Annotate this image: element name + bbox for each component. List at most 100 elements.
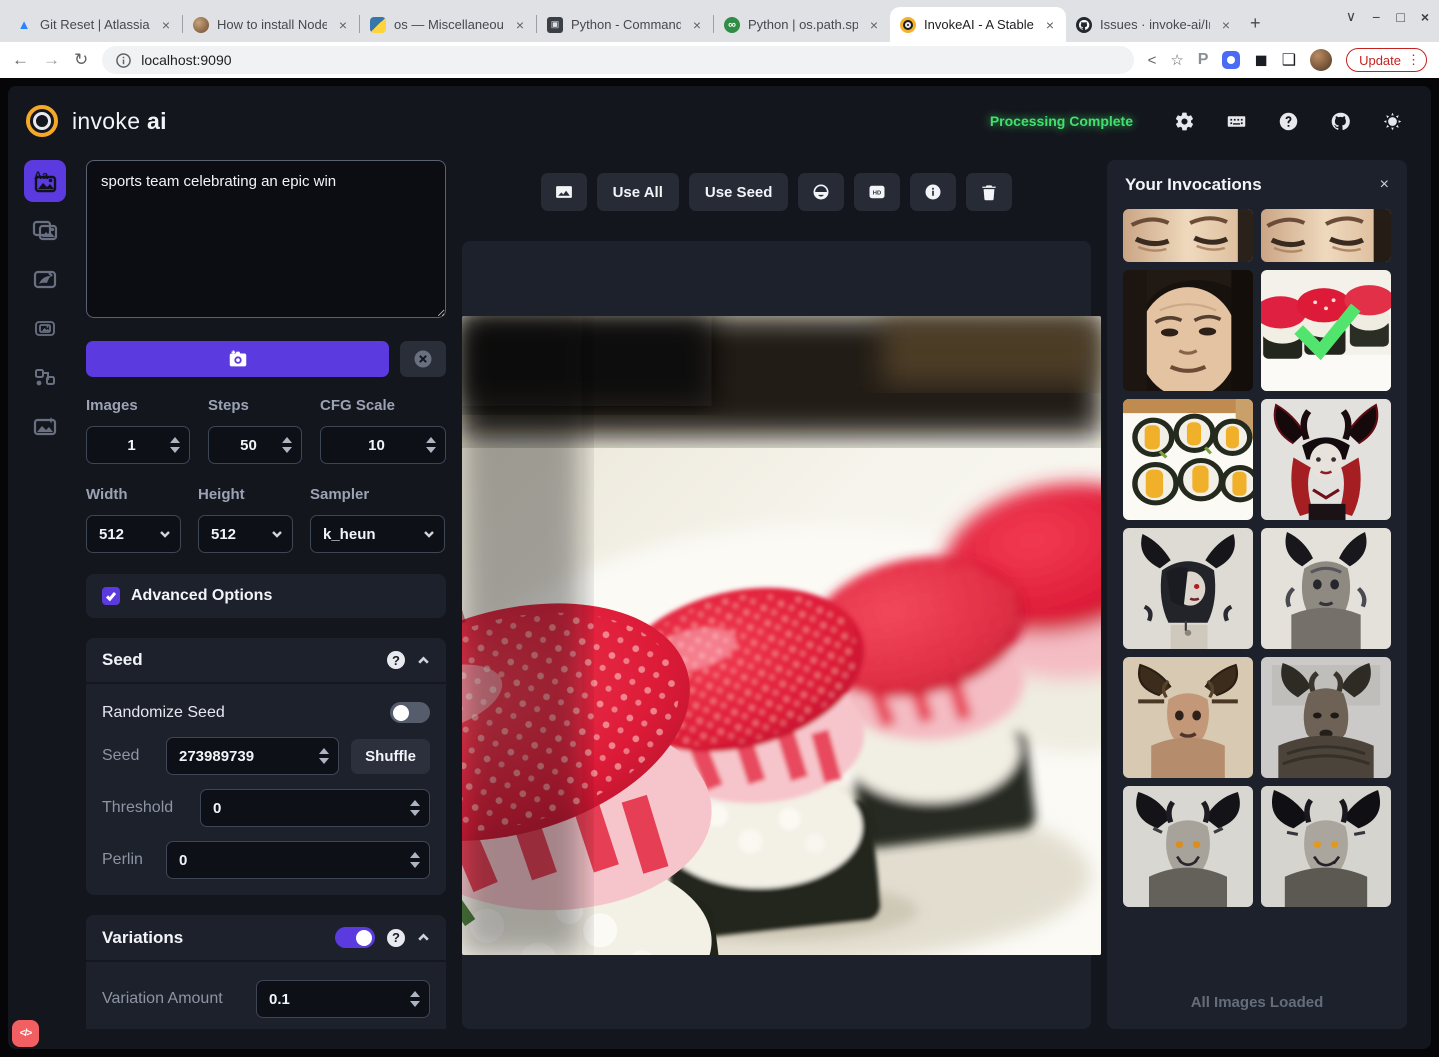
gallery-thumbnail[interactable] (1261, 786, 1391, 907)
extension-p-icon[interactable]: P (1198, 51, 1209, 69)
extension-loom-icon[interactable] (1222, 51, 1240, 69)
gallery-thumbnail[interactable] (1123, 657, 1253, 778)
keyboard-shortcuts-icon[interactable] (1225, 110, 1247, 132)
variation-amount-input[interactable] (256, 980, 430, 1018)
profile-avatar[interactable] (1310, 49, 1332, 71)
tab-close-icon[interactable]: × (689, 17, 705, 33)
extension-sidebar-icon[interactable]: ❑ (1282, 50, 1296, 70)
use-seed-button[interactable]: Use Seed (689, 173, 789, 211)
images-value[interactable] (99, 437, 164, 454)
tab-close-icon[interactable]: × (158, 17, 174, 33)
randomize-seed-toggle[interactable] (390, 702, 430, 723)
gallery-thumbnail[interactable] (1123, 528, 1253, 649)
minimize-button[interactable]: − (1372, 9, 1380, 25)
send-to-image-button[interactable] (541, 173, 587, 211)
gallery-thumbnail[interactable] (1123, 786, 1253, 907)
variation-amount-value[interactable] (269, 991, 404, 1008)
tab-image-to-image[interactable] (24, 209, 66, 251)
update-button[interactable]: Update ⋮ (1346, 48, 1427, 72)
code-fab-button[interactable]: </> (12, 1020, 39, 1047)
github-icon[interactable] (1329, 110, 1351, 132)
cfg-scale-value[interactable] (333, 437, 420, 454)
variations-panel-header[interactable]: Variations ? (86, 915, 446, 960)
cancel-button[interactable] (400, 341, 446, 377)
seed-panel-header[interactable]: Seed ? (86, 638, 446, 682)
tab-text-to-image[interactable]: Aa (24, 160, 66, 202)
help-icon[interactable]: ? (387, 651, 405, 669)
gallery-thumbnail[interactable] (1261, 528, 1391, 649)
cfg-scale-stepper[interactable] (320, 426, 446, 464)
gallery-thumbnail[interactable] (1123, 399, 1253, 520)
gallery-thumbnail[interactable] (1123, 270, 1253, 391)
invoke-button[interactable] (86, 341, 389, 377)
browser-tab-invokeai-active[interactable]: InvokeAI - A Stable × (890, 7, 1066, 42)
tab-close-icon[interactable]: × (1218, 17, 1234, 33)
help-icon[interactable] (1277, 110, 1299, 132)
stepper-arrows-icon[interactable] (410, 991, 420, 1007)
threshold-value[interactable] (213, 800, 404, 817)
delete-image-button[interactable] (966, 173, 1012, 211)
gallery-thumbnail[interactable] (1261, 399, 1391, 520)
back-button[interactable]: ← (12, 50, 29, 70)
stepper-arrows-icon[interactable] (426, 437, 436, 453)
use-all-button[interactable]: Use All (597, 173, 679, 211)
maximize-button[interactable]: □ (1396, 9, 1404, 25)
tab-close-icon[interactable]: × (512, 17, 528, 33)
bookmark-star-icon[interactable]: ☆ (1170, 51, 1183, 69)
perlin-value[interactable] (179, 852, 404, 869)
forward-button[interactable]: → (43, 50, 60, 70)
reload-button[interactable]: ↻ (74, 50, 88, 70)
images-stepper[interactable] (86, 426, 190, 464)
tab-close-icon[interactable]: × (866, 17, 882, 33)
threshold-input[interactable] (200, 789, 430, 827)
steps-stepper[interactable] (208, 426, 302, 464)
close-icon[interactable]: × (1380, 176, 1389, 194)
perlin-input[interactable] (166, 841, 430, 879)
steps-value[interactable] (221, 437, 276, 454)
upscale-button[interactable]: HD (854, 173, 900, 211)
help-icon[interactable]: ? (387, 929, 405, 947)
tab-close-icon[interactable]: × (335, 17, 351, 33)
browser-tab-3[interactable]: os — Miscellaneou × (360, 7, 536, 42)
share-icon[interactable]: < (1148, 52, 1157, 69)
tab-close-icon[interactable]: × (1042, 17, 1058, 33)
stepper-arrows-icon[interactable] (170, 437, 180, 453)
gallery-thumbnail[interactable] (1123, 209, 1253, 262)
restore-faces-button[interactable] (798, 173, 844, 211)
new-tab-button[interactable]: + (1250, 13, 1261, 34)
height-select[interactable]: 512 (198, 515, 293, 553)
close-window-button[interactable]: × (1421, 9, 1429, 25)
browser-tab-7[interactable]: Issues · invoke-ai/In × (1066, 7, 1242, 42)
tab-inpainting[interactable] (24, 258, 66, 300)
url-bar[interactable]: localhost:9090 (102, 46, 1133, 74)
gallery-thumbnail[interactable] (1261, 657, 1391, 778)
browser-tab-1[interactable]: ▲ Git Reset | Atlassia × (6, 7, 182, 42)
prompt-input[interactable]: sports team celebrating an epic win (86, 160, 446, 318)
gallery-thumbnail-current[interactable] (1261, 270, 1391, 391)
site-info-icon[interactable] (116, 53, 131, 68)
stepper-arrows-icon[interactable] (319, 748, 329, 764)
advanced-options-checkbox[interactable] (102, 587, 120, 605)
current-image[interactable] (462, 316, 1101, 955)
stepper-arrows-icon[interactable] (410, 800, 420, 816)
stepper-arrows-icon[interactable] (410, 852, 420, 868)
tab-search-icon[interactable]: ∨ (1346, 8, 1356, 25)
settings-gear-icon[interactable] (1173, 110, 1195, 132)
theme-icon[interactable] (1381, 110, 1403, 132)
tab-post-processing[interactable] (24, 405, 66, 447)
sampler-select[interactable]: k_heun (310, 515, 445, 553)
chrome-menu-icon[interactable]: ⋮ (1407, 52, 1420, 68)
tab-nodes[interactable] (24, 356, 66, 398)
variations-toggle[interactable] (335, 927, 375, 948)
tab-outpainting[interactable] (24, 307, 66, 349)
width-select[interactable]: 512 (86, 515, 181, 553)
browser-tab-2[interactable]: How to install Node × (183, 7, 359, 42)
browser-tab-4[interactable]: ▣ Python - Command × (537, 7, 713, 42)
browser-tab-5[interactable]: ∞ Python | os.path.sp × (714, 7, 890, 42)
image-details-button[interactable] (910, 173, 956, 211)
seed-value[interactable] (179, 748, 313, 765)
shuffle-button[interactable]: Shuffle (351, 739, 430, 774)
seed-input[interactable] (166, 737, 339, 775)
stepper-arrows-icon[interactable] (282, 437, 292, 453)
gallery-thumbnail[interactable] (1261, 209, 1391, 262)
